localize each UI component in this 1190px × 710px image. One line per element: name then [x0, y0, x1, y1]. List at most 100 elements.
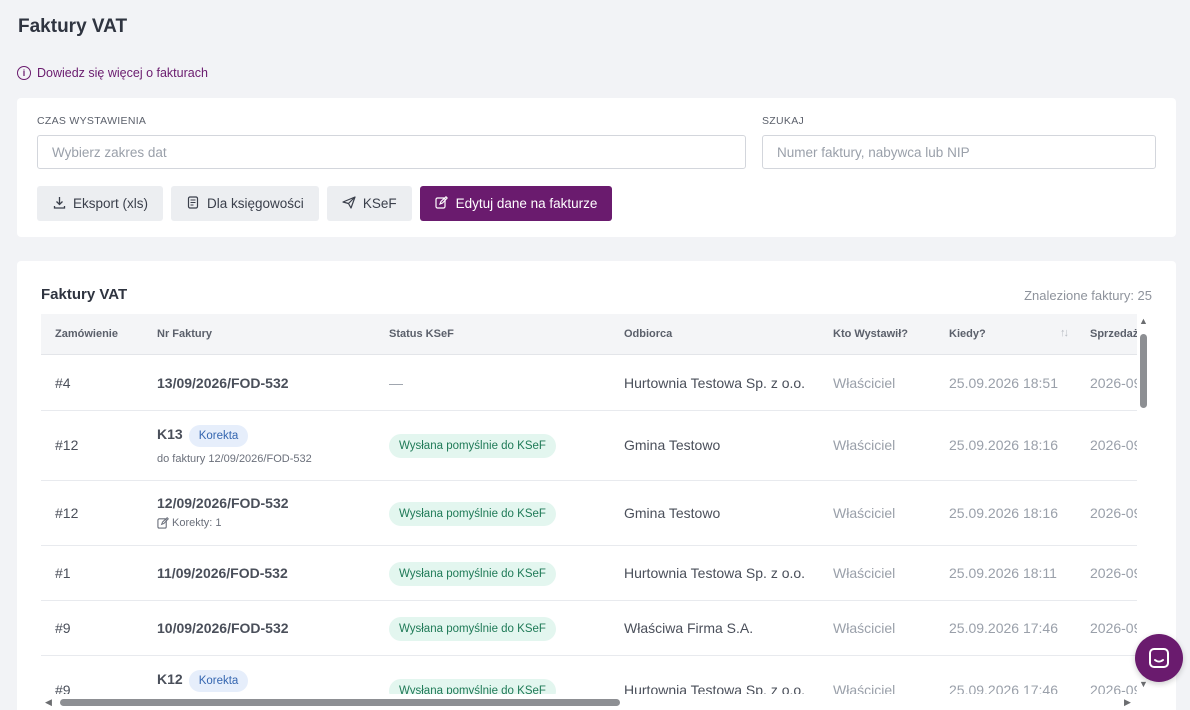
download-icon — [52, 196, 66, 211]
invoice-number-text[interactable]: K12 — [157, 671, 183, 687]
search-label: SZUKAJ — [762, 115, 805, 127]
invoice-number-cell[interactable]: 13/09/2026/FOD-532 — [157, 375, 289, 391]
sort-icon[interactable]: ↑↓ — [1060, 327, 1069, 339]
korekta-badge: Korekta — [188, 670, 249, 692]
recipient-cell: Właściwa Firma S.A. — [624, 620, 754, 636]
issuer-cell: Właściciel — [833, 437, 896, 453]
page-title: Faktury VAT — [18, 16, 128, 37]
status-badge: Wysłana pomyślnie do KSeF — [389, 434, 556, 458]
edit-invoice-button[interactable]: Edytuj dane na fakturze — [419, 186, 613, 221]
vertical-scroll-thumb[interactable] — [1140, 334, 1147, 408]
status-badge: Wysłana pomyślnie do KSeF — [389, 617, 556, 641]
info-icon: i — [17, 66, 31, 80]
accounting-button[interactable]: Dla księgowości — [171, 186, 319, 221]
invoice-number-cell[interactable]: K12 Korekta — [157, 670, 249, 692]
edit-invoice-label: Edytuj dane na fakturze — [455, 196, 598, 211]
col-order[interactable]: Zamówienie — [55, 328, 118, 340]
sale-date-cell: 2026-09-25 — [1090, 620, 1137, 636]
recipient-cell: Gmina Testowo — [624, 505, 721, 521]
search-input[interactable] — [762, 135, 1156, 169]
status-badge: Wysłana pomyślnie do KSeF — [389, 562, 556, 586]
col-number[interactable]: Nr Faktury — [157, 328, 212, 340]
table-row[interactable]: #12 12/09/2026/FOD-532 Korekty: 1 Wysłan… — [41, 481, 1137, 546]
sale-date-cell: 2026-09-25 — [1090, 437, 1137, 453]
table-row[interactable]: #4 13/09/2026/FOD-532 — Hurtownia Testow… — [41, 356, 1137, 411]
table-row[interactable]: #1 11/09/2026/FOD-532 Wysłana pomyślnie … — [41, 546, 1137, 601]
chat-button[interactable] — [1135, 634, 1183, 682]
table-header: Zamówienie Nr Faktury Status KSeF Odbior… — [41, 314, 1137, 355]
status-badge: Wysłana pomyślnie do KSeF — [389, 502, 556, 526]
scroll-right-icon[interactable]: ▶ — [1124, 697, 1131, 708]
edit-icon — [157, 517, 169, 529]
scroll-down-icon[interactable]: ▼ — [1139, 679, 1148, 689]
recipient-cell: Gmina Testowo — [624, 437, 721, 453]
invoice-number-cell[interactable]: 11/09/2026/FOD-532 — [157, 565, 288, 581]
date-range-input[interactable] — [37, 135, 746, 169]
invoice-number-text[interactable]: K13 — [157, 426, 183, 442]
recipient-cell: Hurtownia Testowa Sp. z o.o. — [624, 375, 806, 391]
when-cell: 25.09.2026 18:51 — [949, 375, 1058, 391]
recipient-cell: Hurtownia Testowa Sp. z o.o. — [624, 682, 806, 694]
col-when[interactable]: Kiedy? — [949, 328, 986, 340]
filter-panel: CZAS WYSTAWIENIA SZUKAJ Eksport (xls) Dl… — [17, 98, 1176, 237]
date-range-label: CZAS WYSTAWIENIA — [37, 115, 147, 127]
when-cell: 25.09.2026 18:11 — [949, 565, 1057, 581]
ksef-button[interactable]: KSeF — [326, 186, 412, 221]
when-cell: 25.09.2026 18:16 — [949, 505, 1058, 521]
found-count: Znalezione faktury: 25 — [1024, 288, 1152, 303]
sale-date-cell: 2026-09-25 — [1090, 565, 1137, 581]
when-cell: 25.09.2026 17:46 — [949, 682, 1058, 694]
table-row[interactable]: #12 K13 Korekta do faktury 12/09/2026/FOD… — [41, 411, 1137, 481]
corrections-count: Korekty: 1 — [157, 517, 222, 529]
accounting-label: Dla księgowości — [207, 196, 304, 211]
chat-icon — [1149, 648, 1169, 668]
issuer-cell: Właściciel — [833, 375, 896, 391]
order-cell[interactable]: #4 — [55, 375, 71, 391]
export-button[interactable]: Eksport (xls) — [37, 186, 164, 221]
korekta-badge: Korekta — [188, 425, 249, 447]
corrections-count-label: Korekty: 1 — [172, 517, 222, 529]
order-cell[interactable]: #12 — [55, 437, 78, 453]
issuer-cell: Właściciel — [833, 682, 896, 694]
sale-date-cell: 2026-09-25 — [1090, 375, 1137, 391]
sale-date-cell: 2026-09-25 — [1090, 505, 1137, 521]
toolbar: Eksport (xls) Dla księgowości KSeF Edytu… — [37, 186, 613, 221]
send-icon — [342, 196, 356, 211]
export-label: Eksport (xls) — [73, 196, 149, 211]
document-icon — [186, 196, 200, 211]
sale-date-cell: 2026-09-25 — [1090, 682, 1137, 694]
order-cell[interactable]: #9 — [55, 682, 71, 694]
order-cell[interactable]: #9 — [55, 620, 71, 636]
learn-more-link[interactable]: i Dowiedz się więcej o fakturach — [17, 66, 208, 80]
issuer-cell: Właściciel — [833, 505, 896, 521]
status-cell: — — [389, 375, 403, 391]
when-cell: 25.09.2026 18:16 — [949, 437, 1058, 453]
learn-more-label: Dowiedz się więcej o fakturach — [37, 66, 208, 80]
ksef-label: KSeF — [362, 196, 397, 211]
invoices-panel: Faktury VAT Znalezione faktury: 25 Zamów… — [17, 261, 1176, 710]
correction-note: do faktury 12/09/2026/FOD-532 — [157, 453, 312, 465]
edit-icon — [435, 196, 449, 211]
invoice-number-cell[interactable]: 12/09/2026/FOD-532 — [157, 495, 289, 511]
col-status[interactable]: Status KSeF — [389, 328, 454, 340]
invoice-number-cell[interactable]: K13 Korekta — [157, 425, 249, 447]
horizontal-scroll-thumb[interactable] — [60, 699, 620, 706]
issuer-cell: Właściciel — [833, 565, 896, 581]
table-row[interactable]: #9 K12 Korekta Wysłana pomyślnie do KSeF … — [41, 656, 1137, 694]
table-title: Faktury VAT — [41, 286, 128, 303]
col-sale[interactable]: Sprzedaż — [1090, 328, 1137, 340]
order-cell[interactable]: #12 — [55, 505, 78, 521]
recipient-cell: Hurtownia Testowa Sp. z o.o. — [624, 565, 806, 581]
vertical-scrollbar[interactable]: ▲ ▼ — [1137, 316, 1148, 691]
scroll-left-icon[interactable]: ◀ — [45, 697, 52, 708]
invoices-table: Zamówienie Nr Faktury Status KSeF Odbior… — [41, 314, 1137, 694]
col-recipient[interactable]: Odbiorca — [624, 328, 672, 340]
invoice-number-cell[interactable]: 10/09/2026/FOD-532 — [157, 620, 289, 636]
scroll-up-icon[interactable]: ▲ — [1139, 316, 1148, 326]
order-cell[interactable]: #1 — [55, 565, 71, 581]
issuer-cell: Właściciel — [833, 620, 896, 636]
status-badge: Wysłana pomyślnie do KSeF — [389, 679, 556, 694]
when-cell: 25.09.2026 17:46 — [949, 620, 1058, 636]
table-row[interactable]: #9 10/09/2026/FOD-532 Wysłana pomyślnie … — [41, 601, 1137, 656]
col-issuer[interactable]: Kto Wystawił? — [833, 328, 908, 340]
